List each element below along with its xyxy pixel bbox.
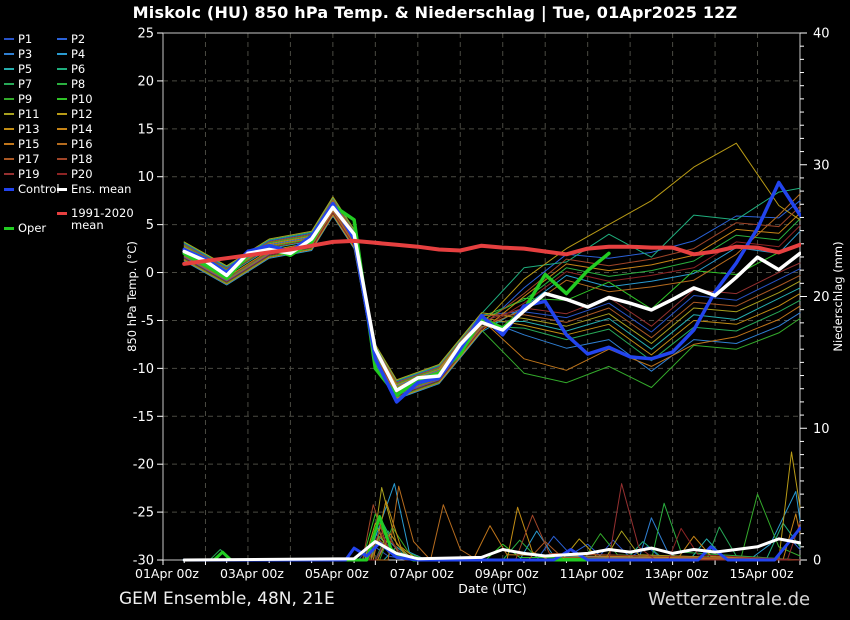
svg-text:10: 10	[813, 422, 830, 437]
plot-area: -30-25-20-15-10-5051015202501020304001Ap…	[0, 0, 850, 620]
temp-line-P18	[184, 206, 800, 392]
svg-text:0: 0	[813, 554, 821, 569]
svg-text:07Apr 00z: 07Apr 00z	[390, 566, 454, 581]
precip-line-P20	[184, 528, 800, 560]
x-axis-title: Date (UTC)	[458, 581, 526, 596]
svg-text:-15: -15	[133, 410, 154, 425]
svg-text:40: 40	[813, 27, 830, 42]
right-axis-title: Niederschlag (mm)	[831, 241, 845, 351]
svg-text:-5: -5	[141, 314, 154, 329]
svg-text:30: 30	[813, 158, 830, 173]
left-axis-title: 850 hPa Temp. (°C)	[125, 241, 139, 352]
temp-line-P1	[184, 199, 800, 382]
meteogram-chart: Miskolc (HU) 850 hPa Temp. & Niederschla…	[0, 0, 850, 620]
brand-label: Wetterzentrale.de	[648, 589, 810, 610]
temp-line-P6	[184, 188, 800, 381]
svg-text:0: 0	[146, 266, 154, 281]
svg-text:09Apr 00z: 09Apr 00z	[475, 566, 539, 581]
svg-text:-25: -25	[133, 506, 154, 521]
model-info-label: GEM Ensemble, 48N, 21E	[119, 589, 335, 609]
svg-text:-20: -20	[133, 458, 154, 473]
svg-text:01Apr 00z: 01Apr 00z	[135, 566, 199, 581]
svg-text:05Apr 00z: 05Apr 00z	[305, 566, 369, 581]
svg-text:15: 15	[137, 122, 154, 137]
temp-line-P10	[184, 205, 800, 388]
svg-text:20: 20	[137, 74, 154, 89]
svg-text:10: 10	[137, 170, 154, 185]
temp-line-Ens. mean	[184, 207, 800, 390]
svg-text:03Apr 00z: 03Apr 00z	[220, 566, 284, 581]
svg-text:13Apr 00z: 13Apr 00z	[645, 566, 709, 581]
temp-line-P2	[184, 201, 800, 396]
svg-text:-10: -10	[133, 362, 154, 377]
temp-line-P5	[184, 206, 800, 389]
series-group	[184, 143, 800, 560]
svg-text:15Apr 00z: 15Apr 00z	[730, 566, 794, 581]
svg-text:5: 5	[146, 218, 154, 233]
temp-line-P15	[184, 204, 800, 387]
precip-line-P12	[184, 452, 800, 560]
svg-text:11Apr 00z: 11Apr 00z	[560, 566, 624, 581]
svg-text:25: 25	[137, 27, 154, 42]
svg-text:20: 20	[813, 290, 830, 305]
temp-line-P12	[184, 143, 800, 391]
